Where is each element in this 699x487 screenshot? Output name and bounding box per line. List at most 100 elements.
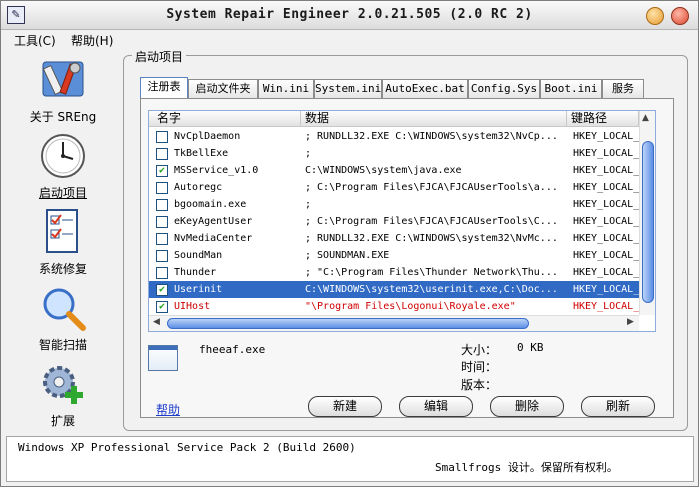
window-title: System Repair Engineer 2.0.21.505 (2.0 R… [166, 7, 533, 22]
row-checkbox[interactable]: ✔ [156, 165, 168, 177]
nav-startup[interactable]: 启动项目 [8, 132, 118, 201]
minimize-button[interactable] [646, 7, 664, 25]
nav-about-label: 关于 SREng [29, 110, 97, 124]
row-name: eKeyAgentUser [174, 216, 253, 227]
row-keypath: HKEY_LOCAL_M [573, 267, 639, 278]
edit-button[interactable]: 编辑 [399, 396, 473, 417]
row-data: C:\WINDOWS\system32\userinit.exe,C:\Doc.… [305, 284, 558, 295]
tools-icon [39, 56, 87, 104]
scroll-left-icon[interactable]: ◀ [153, 317, 160, 327]
row-keypath: HKEY_LOCAL_M [573, 131, 639, 142]
row-name: bgoomain.exe [174, 199, 247, 210]
row-keypath: HKEY_LOCAL_M [573, 182, 639, 193]
table-row[interactable]: ✔ MSService_v1.0 C:\WINDOWS\system\java.ex… [149, 162, 639, 179]
tab-win-ini[interactable]: Win.ini [258, 79, 314, 98]
row-checkbox[interactable]: ✔ [156, 301, 168, 313]
table-row[interactable]: eKeyAgentUser ; C:\Program Files\FJCA\FJC… [149, 213, 639, 230]
tab-services[interactable]: 服务 [602, 79, 644, 98]
table-row[interactable]: TkBellExe; HKEY_LOCAL_M [149, 145, 639, 162]
row-keypath: HKEY_LOCAL_M [573, 284, 639, 295]
row-data: ; [305, 199, 312, 210]
row-data: "\Program Files\Logonui\Royale.exe" [305, 301, 516, 312]
column-name[interactable]: 名字 [149, 111, 301, 126]
nav-scan-label: 智能扫描 [38, 338, 87, 352]
row-keypath: HKEY_LOCAL_M [573, 148, 639, 159]
scroll-up-icon[interactable]: ▲ [642, 113, 649, 123]
close-button[interactable] [671, 7, 689, 25]
row-name: Autoregc [174, 182, 223, 193]
row-data: ; C:\Program Files\FJCA\FJCAUserTools\a.… [305, 182, 558, 193]
nav-scan[interactable]: 智能扫描 [8, 284, 118, 353]
gear-plus-icon [39, 360, 87, 408]
tab-startup-folder[interactable]: 启动文件夹 [188, 79, 258, 98]
menu-help[interactable]: 帮助(H) [71, 32, 113, 49]
table-row[interactable]: bgoomain.exe; HKEY_LOCAL_M [149, 196, 639, 213]
horizontal-scrollbar[interactable]: ◀ ▶ [149, 315, 639, 331]
row-checkbox[interactable] [156, 131, 168, 143]
table-row[interactable]: Thunder ; "C:\Program Files\Thunder Netwo… [149, 264, 639, 281]
startup-list[interactable]: 名字 数据 键路径 NvCplDaemon ; RUNDLL32.EXE C:\W… [148, 110, 656, 332]
row-name: MSService_v1.0 [174, 165, 259, 176]
version-label: 版本： [461, 378, 498, 392]
row-keypath: HKEY_LOCAL_M [573, 301, 639, 312]
row-keypath: HKEY_LOCAL_M [573, 250, 639, 261]
magnifier-icon [39, 284, 87, 332]
tab-config-sys[interactable]: Config.Sys [468, 79, 540, 98]
copyright-text: Smallfrogs 设计。保留所有权利。 [435, 461, 618, 474]
group-title: 启动项目 [132, 48, 187, 65]
row-checkbox[interactable] [156, 148, 168, 160]
row-data: ; RUNDLL32.EXE C:\WINDOWS\system32\NvCp.… [305, 131, 558, 142]
tab-registry[interactable]: 注册表 [140, 77, 188, 99]
nav-extend[interactable]: 扩展 [8, 360, 118, 429]
nav-about[interactable]: 关于 SREng [8, 56, 118, 125]
row-name: NvCplDaemon [174, 131, 241, 142]
table-row[interactable]: NvCplDaemon ; RUNDLL32.EXE C:\WINDOWS\sys… [149, 128, 639, 145]
column-data[interactable]: 数据 [301, 111, 567, 126]
table-row[interactable]: SoundMan ; SOUNDMAN.EXE HKEY_LOCAL_M [149, 247, 639, 264]
size-label: 大小： [461, 343, 498, 357]
scroll-right-icon[interactable]: ▶ [627, 317, 634, 327]
column-keypath[interactable]: 键路径 [567, 111, 639, 126]
table-row[interactable]: Autoregc ; C:\Program Files\FJCA\FJCAUser… [149, 179, 639, 196]
list-header: 名字 数据 键路径 [149, 111, 639, 127]
row-data: ; SOUNDMAN.EXE [305, 250, 390, 261]
refresh-button[interactable]: 刷新 [581, 396, 655, 417]
table-row[interactable]: ✔ Userinit C:\WINDOWS\system32\userinit.ex… [149, 281, 639, 298]
checklist-icon [39, 208, 87, 256]
nav-startup-label: 启动项目 [38, 186, 87, 200]
new-button[interactable]: 新建 [308, 396, 382, 417]
row-data: ; [305, 148, 312, 159]
tab-autoexec[interactable]: AutoExec.bat [382, 79, 468, 98]
vertical-scrollbar[interactable]: ▲ [639, 111, 655, 315]
row-checkbox[interactable] [156, 182, 168, 194]
table-row[interactable]: ✔ UIHost "\Program Files\Logonui\Royale.ex… [149, 298, 639, 315]
size-value: 0 KB [517, 341, 544, 354]
row-data: ; "C:\Program Files\Thunder Network\Thu.… [305, 267, 558, 278]
nav-repair[interactable]: 系统修复 [8, 208, 118, 277]
row-checkbox[interactable] [156, 216, 168, 228]
vertical-scroll-thumb[interactable] [642, 141, 654, 303]
help-link[interactable]: 帮助 [156, 401, 180, 418]
row-name: Thunder [174, 267, 217, 278]
row-name: TkBellExe [174, 148, 229, 159]
row-checkbox[interactable] [156, 267, 168, 279]
row-name: Userinit [174, 284, 223, 295]
row-data: ; C:\Program Files\FJCA\FJCAUserTools\C.… [305, 216, 558, 227]
horizontal-scroll-thumb[interactable] [167, 318, 529, 329]
tab-system-ini[interactable]: System.ini [314, 79, 382, 98]
clock-icon [39, 132, 87, 180]
time-label: 时间： [461, 360, 498, 374]
row-name: NvMediaCenter [174, 233, 253, 244]
tab-boot-ini[interactable]: Boot.ini [540, 79, 602, 98]
row-checkbox[interactable] [156, 233, 168, 245]
row-checkbox[interactable] [156, 199, 168, 211]
title-bar[interactable]: ✎ System Repair Engineer 2.0.21.505 (2.0… [1, 1, 698, 30]
os-info: Windows XP Professional Service Pack 2 (… [18, 441, 356, 454]
row-checkbox[interactable] [156, 250, 168, 262]
table-row[interactable]: NvMediaCenter ; RUNDLL32.EXE C:\WINDOWS\s… [149, 230, 639, 247]
file-icon [148, 345, 178, 371]
row-keypath: HKEY_LOCAL_M [573, 165, 639, 176]
row-checkbox[interactable]: ✔ [156, 284, 168, 296]
menu-tools[interactable]: 工具(C) [14, 32, 56, 49]
delete-button[interactable]: 删除 [490, 396, 564, 417]
